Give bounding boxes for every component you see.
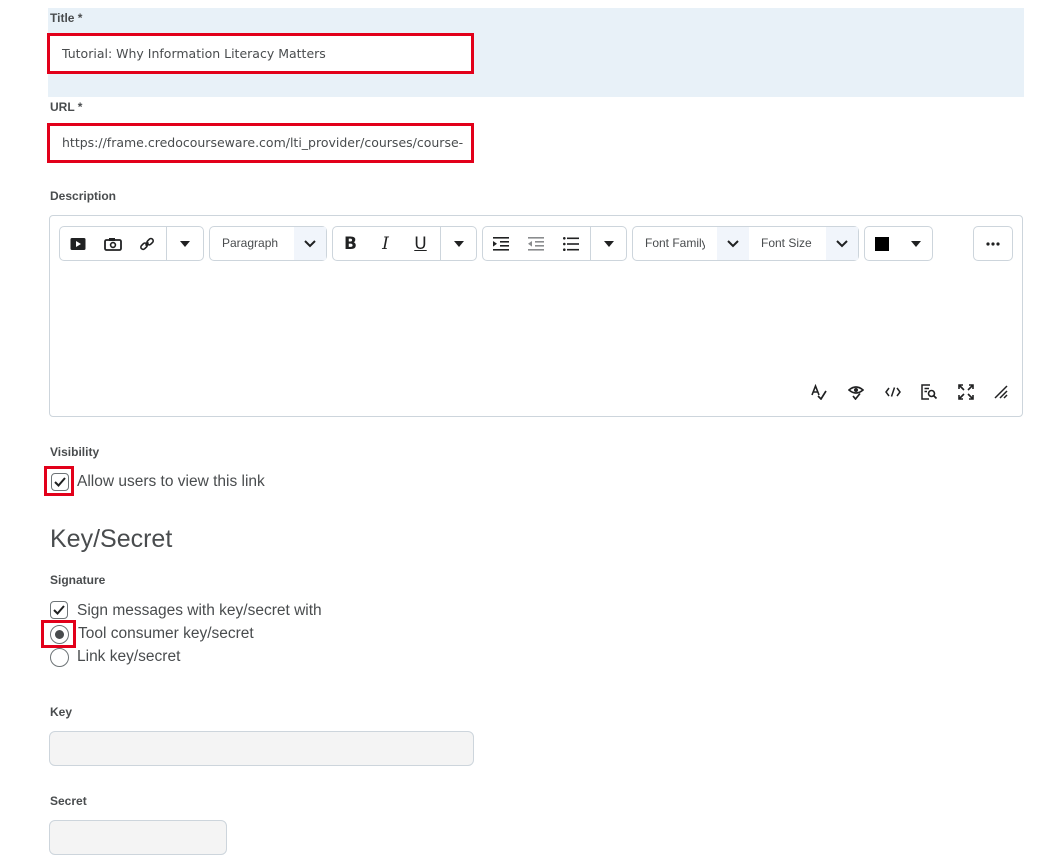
- indent-icon[interactable]: [483, 227, 519, 260]
- spellcheck-icon[interactable]: [808, 382, 830, 402]
- key-input[interactable]: [49, 731, 474, 766]
- toolbar-insert-group: [59, 226, 204, 261]
- visibility-label: Visibility: [50, 445, 100, 459]
- key-secret-heading: Key/Secret: [50, 525, 173, 553]
- secret-input[interactable]: [49, 820, 227, 855]
- outdent-icon[interactable]: [519, 227, 553, 260]
- chevron-down-icon[interactable]: [167, 227, 203, 260]
- italic-icon[interactable]: I: [368, 227, 403, 260]
- chevron-down-icon: [899, 227, 932, 260]
- checkmark-icon: [53, 605, 65, 615]
- bold-icon[interactable]: B: [333, 227, 368, 260]
- chevron-down-icon[interactable]: [826, 227, 858, 260]
- allow-view-highlight-box: [44, 466, 74, 496]
- tool-consumer-highlight-box: [41, 620, 76, 648]
- more-options-button[interactable]: [973, 226, 1013, 261]
- video-icon[interactable]: [60, 227, 96, 260]
- title-highlight-box: [47, 33, 474, 74]
- more-horizontal-icon: [974, 227, 1012, 260]
- tool-consumer-label: Tool consumer key/secret: [78, 625, 254, 642]
- text-color-picker[interactable]: [864, 226, 933, 261]
- signature-label: Signature: [50, 573, 106, 587]
- sign-messages-checkbox[interactable]: [50, 601, 68, 619]
- link-icon[interactable]: [130, 227, 164, 260]
- font-family-select[interactable]: Font Family: [645, 227, 705, 260]
- toolbar-font-group: Font Family Font Size: [632, 226, 859, 261]
- preview-icon[interactable]: [918, 382, 940, 402]
- bullet-list-icon[interactable]: [553, 227, 588, 260]
- url-highlight-box: [47, 123, 474, 163]
- chevron-down-icon[interactable]: [717, 227, 749, 260]
- chevron-down-icon[interactable]: [591, 227, 626, 260]
- block-format-select[interactable]: Paragraph: [209, 226, 327, 261]
- toolbar-format-group: B I U: [332, 226, 477, 261]
- key-label: Key: [50, 705, 73, 719]
- source-code-icon[interactable]: [882, 382, 904, 402]
- toolbar-lists-group: [482, 226, 627, 261]
- insert-image-icon[interactable]: [96, 227, 130, 260]
- font-size-select[interactable]: Font Size: [761, 227, 825, 260]
- block-format-value: Paragraph: [222, 236, 279, 250]
- text-color-swatch: [865, 227, 899, 260]
- resize-handle-icon[interactable]: [990, 382, 1012, 402]
- underline-icon[interactable]: U: [403, 227, 438, 260]
- fullscreen-icon[interactable]: [955, 382, 977, 402]
- title-label: Title *: [50, 11, 83, 25]
- secret-label: Secret: [50, 794, 87, 808]
- link-key-radio[interactable]: [50, 648, 69, 667]
- accessibility-checker-icon[interactable]: [845, 382, 867, 402]
- allow-view-label: Allow users to view this link: [77, 473, 265, 490]
- sign-messages-label: Sign messages with key/secret with: [77, 602, 322, 619]
- chevron-down-icon: [294, 227, 326, 260]
- description-label: Description: [50, 189, 117, 203]
- chevron-down-icon[interactable]: [441, 227, 476, 260]
- link-key-label: Link key/secret: [77, 648, 181, 665]
- url-label: URL *: [50, 100, 83, 114]
